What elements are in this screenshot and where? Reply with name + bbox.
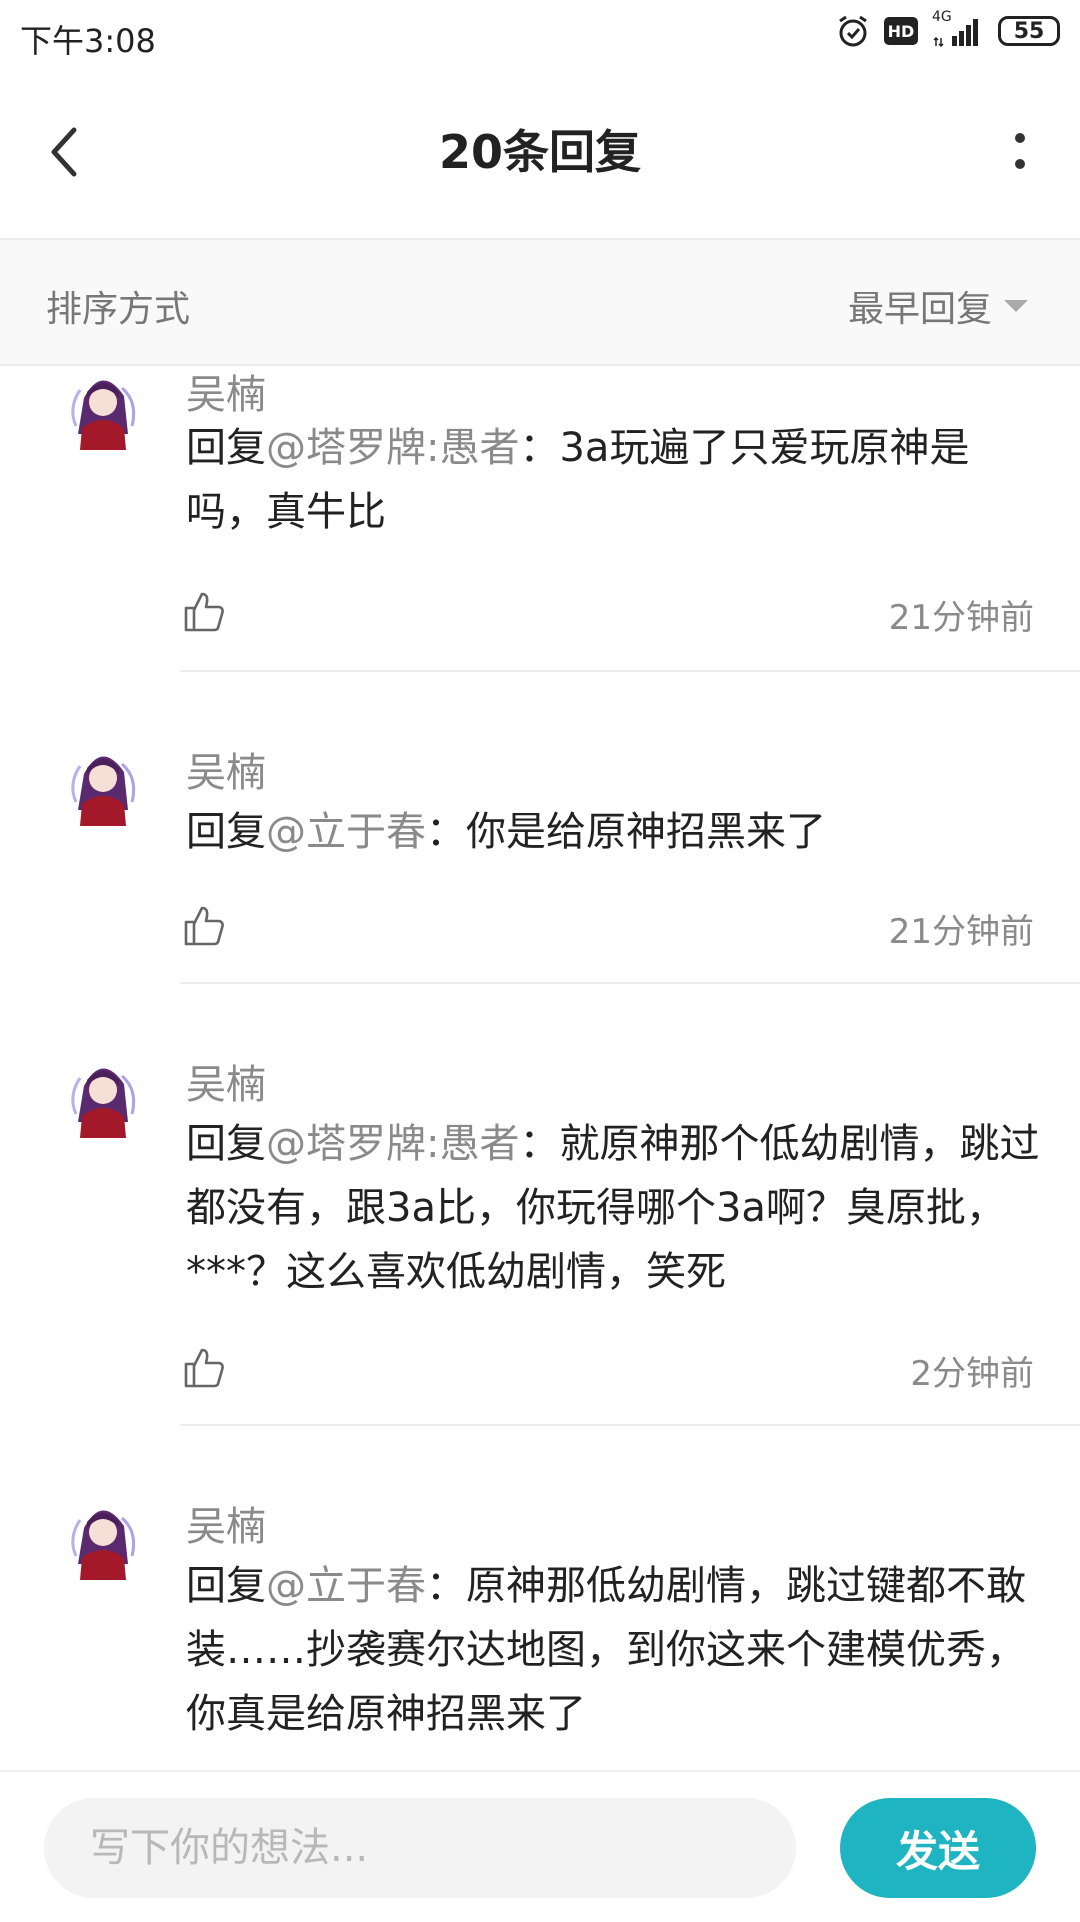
alarm-icon <box>836 14 870 48</box>
comment-time: 21分钟前 <box>888 912 1034 952</box>
mention-link[interactable]: @塔罗牌:愚者 <box>266 1121 519 1167</box>
thumbs-up-icon <box>184 1348 224 1388</box>
mention-link[interactable]: @立于春 <box>266 809 426 855</box>
avatar[interactable] <box>62 744 144 826</box>
divider <box>180 982 1080 984</box>
comment-text: 回复@塔罗牌:愚者：就原神那个低幼剧情，跳过都没有，跟3a比，你玩得哪个3a啊？… <box>186 1112 1046 1304</box>
comment-time: 2分钟前 <box>910 1354 1034 1394</box>
comment-text: 回复@立于春：你是给原神招黑来了 <box>186 800 1046 864</box>
comment-username[interactable]: 吴楠 <box>186 1052 266 1110</box>
avatar[interactable] <box>62 1498 144 1580</box>
comment-body: ：你是给原神招黑来了 <box>426 809 826 855</box>
page-title: 20条回复 <box>438 125 641 179</box>
thumbs-up-icon <box>184 906 224 946</box>
more-options-button[interactable] <box>1000 120 1040 184</box>
reply-prefix: 回复 <box>186 1121 266 1167</box>
comment-username[interactable]: 吴楠 <box>186 366 266 420</box>
more-vertical-icon <box>1015 133 1025 169</box>
sort-bar: 排序方式 最早回复 <box>0 240 1080 366</box>
dropdown-arrow-icon <box>1004 300 1028 312</box>
reply-prefix: 回复 <box>186 1563 266 1609</box>
battery-icon: 55 <box>998 16 1060 46</box>
sort-label: 排序方式 <box>46 289 191 330</box>
divider <box>180 670 1080 672</box>
avatar[interactable] <box>62 368 144 450</box>
title-bar: 20条回复 <box>0 72 1080 240</box>
sort-dropdown[interactable]: 最早回复 <box>848 280 1028 332</box>
comment-text: 回复@塔罗牌:愚者：3a玩遍了只爱玩原神是吗，真牛比 <box>186 416 1046 544</box>
reply-prefix: 回复 <box>186 425 266 471</box>
signal-icon: 4G <box>932 10 984 48</box>
comment-time: 21分钟前 <box>888 598 1034 638</box>
divider <box>180 1424 1080 1426</box>
reply-prefix: 回复 <box>186 809 266 855</box>
hd-icon: HD <box>884 17 918 45</box>
mention-link[interactable]: @塔罗牌:愚者 <box>266 425 519 471</box>
like-button[interactable] <box>182 1346 226 1390</box>
comment-username[interactable]: 吴楠 <box>186 1494 266 1552</box>
network-type: 4G <box>932 9 952 25</box>
status-time: 下午3:08 <box>20 22 156 60</box>
sort-value: 最早回复 <box>847 289 992 330</box>
reply-composer: 发送 <box>0 1770 1080 1922</box>
like-button[interactable] <box>182 904 226 948</box>
reply-input[interactable] <box>44 1798 796 1898</box>
status-icons: HD 4G 55 <box>836 10 1060 48</box>
comment-username[interactable]: 吴楠 <box>186 740 266 798</box>
like-button[interactable] <box>182 590 226 634</box>
mention-link[interactable]: @立于春 <box>266 1563 426 1609</box>
reply-list[interactable]: 吴楠 回复@塔罗牌:愚者：3a玩遍了只爱玩原神是吗，真牛比 21分钟前 吴楠 回… <box>0 366 1080 1766</box>
comment-text: 回复@立于春：原神那低幼剧情，跳过键都不敢装……抄袭赛尔达地图，到你这来个建模优… <box>186 1554 1046 1746</box>
avatar[interactable] <box>62 1056 144 1138</box>
thumbs-up-icon <box>184 592 224 632</box>
send-button[interactable]: 发送 <box>840 1798 1036 1898</box>
status-bar: 下午3:08 HD 4G 55 <box>0 0 1080 72</box>
